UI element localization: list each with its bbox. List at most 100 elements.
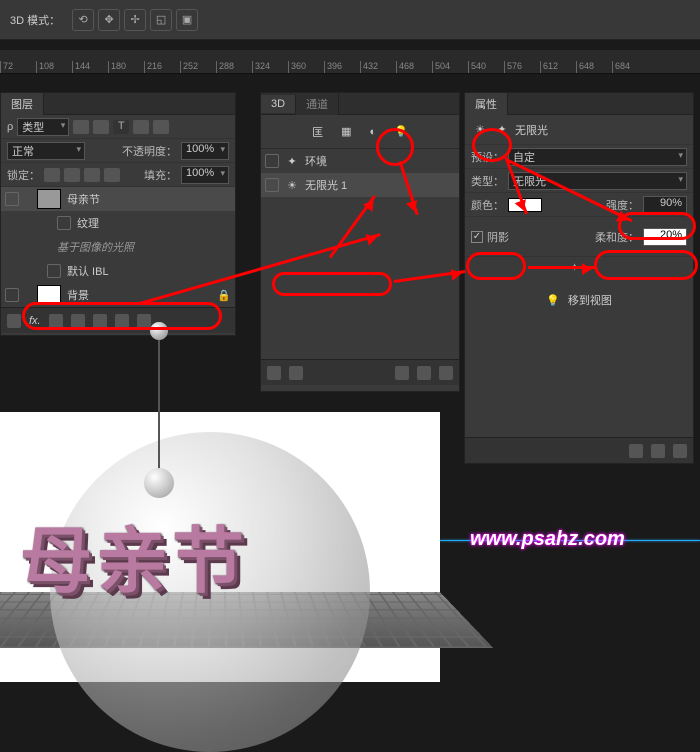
move-icon[interactable]: ✢	[124, 9, 146, 31]
folder-icon[interactable]	[93, 314, 107, 328]
type-label: 类型：	[471, 173, 504, 189]
lock-label: 锁定：	[7, 167, 40, 183]
layer-thumb[interactable]	[37, 285, 61, 305]
ruler-tick: 612	[540, 61, 576, 73]
document-canvas[interactable]: 母亲节	[0, 412, 440, 682]
layer-row-default-ibl[interactable]: 默认 IBL	[1, 259, 235, 283]
tab-channels[interactable]: 通道	[296, 93, 339, 115]
horizontal-ruler: 7210814418021625228832436039643246850454…	[0, 50, 700, 74]
filter-pixel-icon[interactable]	[73, 120, 89, 134]
ruler-tick: 360	[288, 61, 324, 73]
opacity-input[interactable]: 100%	[181, 142, 229, 160]
mesh-icon[interactable]: ▦	[341, 125, 351, 138]
lock-pixel-icon[interactable]	[64, 168, 80, 182]
lock-fill-row: 锁定： 填充： 100%	[1, 163, 235, 187]
lock-all-icon[interactable]	[104, 168, 120, 182]
intensity-input[interactable]: 90%	[643, 196, 687, 214]
filter-kind-select[interactable]: 类型	[17, 118, 69, 136]
3d-panel: 3D 通道 匡 ▦ ◐ 💡 ✦ 环境 ☀ 无限光 1	[260, 92, 460, 392]
layer-row-ibl-caption[interactable]: 基于图像的光照	[1, 235, 235, 259]
move-to-view-button[interactable]: 移到视图	[568, 292, 612, 308]
scene-icon[interactable]: 匡	[312, 124, 323, 140]
cube-icon[interactable]: ▣	[176, 9, 198, 31]
3d-footer	[261, 359, 459, 385]
3d-mode-label: 3D 模式：	[10, 12, 60, 28]
fill-input[interactable]: 100%	[181, 166, 229, 184]
softness-label: 柔和度：	[595, 229, 639, 245]
3d-row-infinite-light[interactable]: ☀ 无限光 1	[261, 173, 459, 197]
tab-properties[interactable]: 属性	[465, 93, 508, 115]
3d-text[interactable]: 母亲节	[20, 502, 248, 607]
adjust-icon[interactable]	[71, 314, 85, 328]
material-icon[interactable]: ◐	[370, 126, 377, 138]
ruler-tick: 432	[360, 61, 396, 73]
tab-layers[interactable]: 图层	[1, 93, 44, 115]
ruler-tick: 396	[324, 61, 360, 73]
tab-3d[interactable]: 3D	[261, 95, 296, 113]
layers-panel: 图层 ρ 类型 T 正常 不透明度： 100% 锁定： 填充： 100%	[0, 92, 236, 336]
watermark: www.psahz.com	[470, 528, 625, 551]
shadow-checkbox[interactable]	[471, 231, 483, 243]
3d-row-environment[interactable]: ✦ 环境	[261, 149, 459, 173]
softness-input[interactable]: 20%	[643, 228, 687, 246]
layer-name: 纹理	[77, 215, 99, 231]
visibility-toggle[interactable]	[5, 192, 19, 206]
3d-panel-header: 3D 通道	[261, 93, 459, 115]
axis-widget-row: ✦	[465, 257, 693, 283]
pan-icon[interactable]: ✥	[98, 9, 120, 31]
render-icon[interactable]	[395, 366, 409, 380]
visibility-toggle[interactable]	[57, 216, 71, 230]
filter-text-icon[interactable]: T	[113, 120, 129, 134]
visibility-toggle[interactable]	[5, 288, 19, 302]
preset-label: 预设：	[471, 149, 504, 165]
preset-select[interactable]: 自定	[508, 148, 687, 166]
shadow-label: 阴影	[487, 229, 509, 245]
mask-icon[interactable]	[49, 314, 63, 328]
layer-list: 母亲节 纹理 基于图像的光照 默认 IBL 背景 🔒	[1, 187, 235, 307]
layer-name: 母亲节	[67, 191, 100, 207]
ruler-tick: 180	[108, 61, 144, 73]
trash-icon[interactable]	[439, 366, 453, 380]
ruler-tick: 144	[72, 61, 108, 73]
link-icon[interactable]	[7, 314, 21, 328]
layer-row-texture[interactable]: 纹理	[1, 211, 235, 235]
lock-trans-icon[interactable]	[44, 168, 60, 182]
ground-icon[interactable]	[267, 366, 281, 380]
trash-icon[interactable]	[673, 444, 687, 458]
layer-name: 基于图像的光照	[57, 239, 134, 255]
ruler-tick: 288	[216, 61, 252, 73]
light-gizmo[interactable]	[158, 338, 160, 484]
ruler-tick: 540	[468, 61, 504, 73]
preset-row: 预设： 自定	[465, 145, 693, 169]
visibility-toggle[interactable]	[265, 178, 279, 192]
filter-shape-icon[interactable]	[133, 120, 149, 134]
render-icon[interactable]	[629, 444, 643, 458]
lock-pos-icon[interactable]	[84, 168, 100, 182]
light-icon[interactable]: 💡	[394, 125, 408, 138]
layer-row-muqinjie[interactable]: 母亲节	[1, 187, 235, 211]
orbit-icon[interactable]: ⟲	[72, 9, 94, 31]
blend-mode-select[interactable]: 正常	[7, 142, 85, 160]
ruler-tick: 648	[576, 61, 612, 73]
visibility-toggle[interactable]	[47, 264, 61, 278]
filter-adjust-icon[interactable]	[93, 120, 109, 134]
3d-item-name: 无限光 1	[305, 177, 347, 193]
3d-item-name: 环境	[305, 153, 327, 169]
fill-label: 填充：	[144, 167, 177, 183]
scale-icon[interactable]: ◱	[150, 9, 172, 31]
layer-thumb[interactable]	[37, 189, 61, 209]
fx-icon[interactable]: fx.	[29, 315, 41, 327]
new-icon[interactable]	[115, 314, 129, 328]
layer-filter-row: ρ 类型 T	[1, 115, 235, 139]
new-icon[interactable]	[417, 366, 431, 380]
ruler-tick: 684	[612, 61, 648, 73]
layer-name: 背景	[67, 287, 89, 303]
layers-panel-header[interactable]: 图层	[1, 93, 235, 115]
reset-icon[interactable]	[651, 444, 665, 458]
trash-icon[interactable]	[137, 314, 151, 328]
layer-name: 默认 IBL	[67, 263, 109, 279]
visibility-toggle[interactable]	[265, 154, 279, 168]
light-new-icon[interactable]	[289, 366, 303, 380]
ruler-tick: 504	[432, 61, 468, 73]
filter-smart-icon[interactable]	[153, 120, 169, 134]
